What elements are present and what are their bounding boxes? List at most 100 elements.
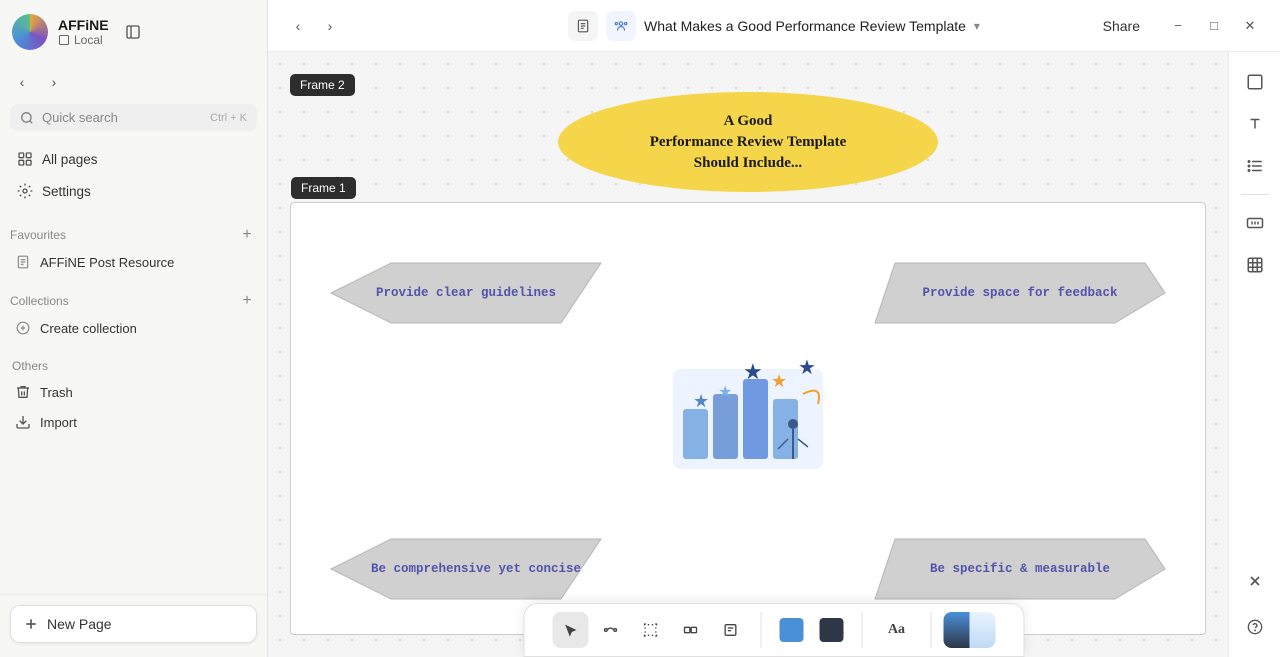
- forward-arrow-btn[interactable]: ›: [316, 12, 344, 40]
- sidebar-item-affine-post[interactable]: AFFiNE Post Resource: [4, 247, 263, 277]
- text-style-btn[interactable]: Aa: [875, 612, 919, 648]
- frame2: Frame 2 A GoodPerformance Review Templat…: [278, 62, 1218, 647]
- color-dark-btn[interactable]: [814, 612, 850, 648]
- pages-icon: [16, 150, 34, 168]
- sidebar-toggle-btn[interactable]: [119, 18, 147, 46]
- others-title: Others: [0, 355, 267, 377]
- plus-icon: [23, 616, 39, 632]
- toolbar-text-group: Aa: [863, 612, 932, 648]
- search-shortcut: Ctrl + K: [210, 112, 247, 124]
- settings-icon: [16, 182, 34, 200]
- minimize-btn[interactable]: −: [1164, 12, 1192, 40]
- sidebar-item-trash[interactable]: Trash: [4, 377, 263, 407]
- workspace-name: AFFiNE: [58, 17, 109, 33]
- text-panel-btn[interactable]: [1237, 106, 1273, 142]
- share-button[interactable]: Share: [1087, 13, 1156, 39]
- frame-tool-btn[interactable]: [633, 612, 669, 648]
- local-icon: [58, 34, 70, 46]
- add-favourite-btn[interactable]: +: [237, 225, 257, 245]
- table-panel-btn[interactable]: [1237, 247, 1273, 283]
- help-btn[interactable]: [1237, 609, 1273, 645]
- frame-tool-icon: [643, 622, 659, 638]
- sidebar-bottom: New Page: [0, 594, 267, 657]
- add-collection-btn[interactable]: +: [237, 291, 257, 311]
- diamond-text-3: Be comprehensive yet concise: [371, 562, 581, 576]
- back-arrow-btn[interactable]: ‹: [284, 12, 312, 40]
- diamond-text-4: Be specific & measurable: [930, 562, 1110, 576]
- theme-btn[interactable]: [944, 612, 996, 648]
- diamond-text-1: Provide clear guidelines: [376, 286, 556, 300]
- sidebar: AFFiNE Local ‹ › Quick search Ctrl + K: [0, 0, 268, 657]
- color-blue-btn[interactable]: [774, 612, 810, 648]
- diamond-2: Provide space for feedback: [855, 258, 1185, 328]
- frame1-label: Frame 1: [291, 177, 356, 199]
- text-icon: [1246, 115, 1264, 133]
- sidebar-item-settings[interactable]: Settings: [8, 175, 259, 207]
- collections-section-header: Collections +: [0, 285, 267, 313]
- connector-tool-btn[interactable]: [593, 612, 629, 648]
- diamond-4: Be specific & measurable: [855, 534, 1185, 604]
- oval: A GoodPerformance Review TemplateShould …: [558, 92, 938, 192]
- connector-icon: [603, 622, 619, 638]
- close-icon: [1247, 573, 1263, 589]
- sidebar-controls: ‹ ›: [0, 64, 267, 100]
- illustration-svg: ★ ★ ★ ★ ★: [663, 359, 833, 479]
- frame2-label: Frame 2: [290, 74, 355, 96]
- toolbar-tools-group: [541, 612, 762, 648]
- color-dark-swatch: [820, 618, 844, 642]
- create-collection-icon: [14, 319, 32, 337]
- titlebar: ‹ › What Makes a Good Performance Review…: [268, 0, 1280, 52]
- theme-dark-half: [944, 612, 970, 648]
- create-collection-item[interactable]: Create collection: [4, 313, 263, 343]
- import-icon: [14, 413, 32, 431]
- titlebar-right: Share − □ ✕: [1087, 12, 1264, 40]
- workspace-info: AFFiNE Local: [58, 17, 109, 47]
- close-panel-btn[interactable]: [1237, 563, 1273, 599]
- search-label: Quick search: [42, 110, 202, 125]
- note-tool-btn[interactable]: [713, 612, 749, 648]
- panel-divider: [1241, 194, 1269, 195]
- close-btn[interactable]: ✕: [1236, 12, 1264, 40]
- others-section: Others Trash Import: [0, 355, 267, 437]
- embed-panel-btn[interactable]: [1237, 205, 1273, 241]
- sidebar-item-all-pages[interactable]: All pages: [8, 143, 259, 175]
- theme-light-half: [970, 612, 996, 648]
- color-blue-swatch: [780, 618, 804, 642]
- avatar: [12, 14, 48, 50]
- frame-panel-btn[interactable]: [1237, 64, 1273, 100]
- svg-text:★: ★: [798, 359, 816, 379]
- list-panel-btn[interactable]: [1237, 148, 1273, 184]
- workspace-header: AFFiNE Local: [0, 0, 267, 64]
- collab-mode-btn[interactable]: [606, 11, 636, 41]
- text-style-label: Aa: [888, 622, 905, 638]
- diamond-text-2: Provide space for feedback: [922, 286, 1117, 300]
- back-btn[interactable]: ‹: [8, 68, 36, 96]
- list-icon: [1246, 157, 1264, 175]
- collab-icon: [614, 19, 628, 33]
- sidebar-item-import[interactable]: Import: [4, 407, 263, 437]
- sidebar-icon: [125, 24, 141, 40]
- canvas-area[interactable]: Frame 2 A GoodPerformance Review Templat…: [268, 52, 1280, 657]
- center-illustration: ★ ★ ★ ★ ★: [663, 359, 833, 479]
- new-page-button[interactable]: New Page: [10, 605, 257, 643]
- doc-mode-btn[interactable]: [568, 11, 598, 41]
- right-panel: [1228, 52, 1280, 657]
- select-tool-btn[interactable]: [553, 612, 589, 648]
- title-chevron-icon: ▾: [974, 19, 980, 33]
- svg-text:★: ★: [743, 359, 763, 384]
- collections-title: Collections: [10, 294, 69, 308]
- group-icon: [683, 622, 699, 638]
- workspace-type: Local: [58, 33, 109, 47]
- favourites-title: Favourites: [10, 228, 66, 242]
- toolbar-theme-group: [932, 612, 1008, 648]
- maximize-btn[interactable]: □: [1200, 12, 1228, 40]
- bottom-toolbar: Aa: [524, 603, 1025, 657]
- forward-btn[interactable]: ›: [40, 68, 68, 96]
- quick-search[interactable]: Quick search Ctrl + K: [10, 104, 257, 131]
- trash-icon: [14, 383, 32, 401]
- group-tool-btn[interactable]: [673, 612, 709, 648]
- svg-text:★: ★: [718, 384, 732, 401]
- svg-text:★: ★: [771, 371, 787, 391]
- help-icon: [1247, 619, 1263, 635]
- doc-icon: [14, 253, 32, 271]
